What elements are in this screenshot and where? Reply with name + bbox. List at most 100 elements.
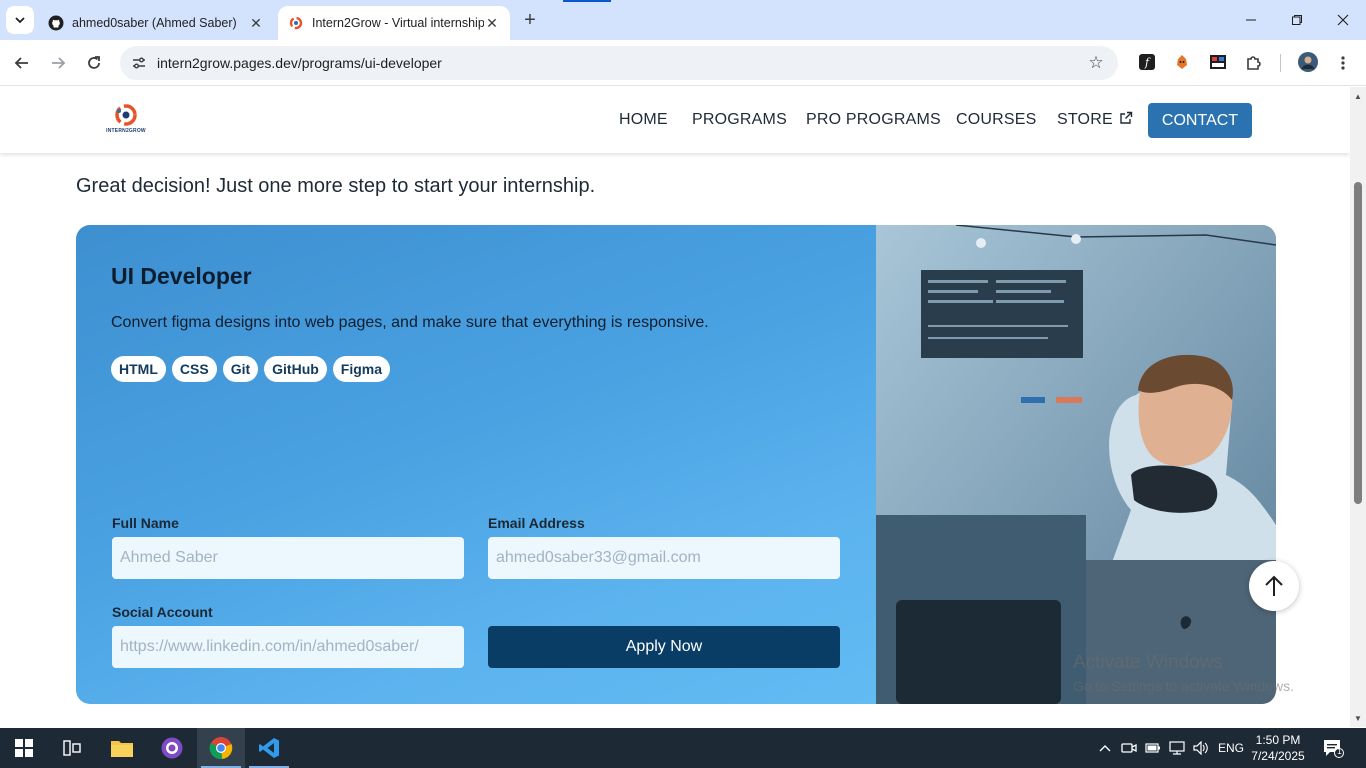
fontawesome-extension-icon[interactable]: f [1137, 52, 1157, 72]
social-account-label: Social Account [112, 604, 213, 620]
close-icon[interactable]: ✕ [484, 15, 500, 31]
page-scrollbar[interactable]: ▲ ▼ [1350, 87, 1366, 727]
intern2grow-favicon-icon [288, 15, 304, 31]
external-link-icon [1120, 111, 1133, 124]
program-title: UI Developer [111, 263, 252, 289]
nav-programs[interactable]: PROGRAMS [692, 111, 787, 129]
windows-taskbar: ENG 1:50 PM 7/24/2025 1 [0, 728, 1366, 768]
new-tab-button[interactable]: + [518, 8, 542, 32]
network-icon[interactable] [1169, 740, 1185, 756]
grid-extension-icon[interactable] [1208, 52, 1228, 72]
github-desktop-icon [161, 737, 183, 759]
arrow-left-icon [14, 57, 28, 69]
nav-courses[interactable]: COURSES [956, 111, 1037, 129]
notification-count: 1 [1337, 747, 1342, 756]
url-text: intern2grow.pages.dev/programs/ui-develo… [157, 55, 442, 71]
address-bar[interactable]: intern2grow.pages.dev/programs/ui-develo… [120, 46, 1118, 80]
battery-icon[interactable] [1145, 740, 1161, 756]
email-input[interactable] [488, 537, 840, 579]
tab-title: Intern2Grow - Virtual internship [312, 16, 484, 30]
toolbar-separator [1280, 54, 1281, 72]
reload-button[interactable] [82, 51, 106, 75]
scroll-down-arrow-icon[interactable]: ▼ [1353, 713, 1363, 723]
watermark-line1: Activate Windows [1073, 652, 1223, 673]
github-desktop-button[interactable] [148, 728, 196, 768]
skill-tag: Figma [332, 356, 391, 382]
developer-photo-illustration [876, 225, 1276, 704]
github-icon [48, 15, 64, 31]
intern2grow-logo-icon [115, 104, 137, 126]
skill-tags: HTML CSS Git GitHub Figma [111, 356, 391, 382]
nav-pro-programs[interactable]: PRO PROGRAMS [806, 111, 941, 129]
language-indicator[interactable]: ENG [1218, 741, 1244, 755]
chevron-down-icon [15, 17, 25, 24]
clock-time: 1:50 PM [1255, 733, 1301, 747]
tab-title: ahmed0saber (Ahmed Saber) [72, 16, 237, 30]
notification-center-button[interactable]: 1 [1322, 738, 1344, 758]
scroll-up-arrow-icon[interactable]: ▲ [1353, 91, 1363, 101]
puzzle-extensions-icon[interactable] [1244, 52, 1264, 72]
nav-store-label: STORE [1057, 111, 1113, 128]
arrow-up-icon [1265, 575, 1283, 596]
vscode-taskbar-button[interactable] [245, 728, 293, 768]
nav-home[interactable]: HOME [619, 111, 668, 129]
skill-tag: CSS [171, 356, 217, 382]
minimize-icon [1246, 19, 1256, 21]
scrollbar-thumb[interactable] [1354, 182, 1362, 504]
arrow-right-icon [52, 57, 66, 69]
chrome-icon [209, 737, 233, 760]
windows-logo-icon [15, 739, 33, 757]
program-card: UI Developer Convert figma designs into … [76, 225, 1276, 704]
task-view-button[interactable] [48, 728, 96, 768]
program-photo [876, 225, 1276, 704]
scroll-to-top-button[interactable] [1249, 561, 1299, 611]
browser-tab-strip: ahmed0saber (Ahmed Saber) ✕ Intern2Grow … [0, 0, 1366, 40]
minimize-button[interactable] [1239, 8, 1263, 32]
site-logo[interactable]: INTERN2GROW [106, 102, 146, 138]
logo-text: INTERN2GROW [106, 128, 146, 134]
tab-search-button[interactable] [6, 6, 34, 34]
intro-text: Great decision! Just one more step to st… [76, 175, 596, 197]
taskbar-clock[interactable]: 1:50 PM 7/24/2025 [1248, 732, 1308, 764]
bookmark-star-icon[interactable]: ☆ [1086, 53, 1106, 73]
vscode-icon [259, 738, 279, 758]
browser-toolbar: intern2grow.pages.dev/programs/ui-develo… [0, 40, 1366, 86]
start-button[interactable] [0, 728, 48, 768]
profile-avatar[interactable] [1298, 52, 1318, 72]
restore-button[interactable] [1285, 8, 1309, 32]
clock-date: 7/24/2025 [1251, 749, 1305, 763]
full-name-label: Full Name [112, 515, 179, 531]
file-explorer-button[interactable] [98, 728, 146, 768]
back-button[interactable] [10, 51, 34, 75]
skill-tag: GitHub [264, 356, 327, 382]
activate-windows-watermark: Activate Windows Go to Settings to activ… [1073, 652, 1294, 694]
close-icon [1337, 14, 1349, 26]
browser-tab-github[interactable]: ahmed0saber (Ahmed Saber) ✕ [38, 6, 274, 40]
apply-now-button[interactable]: Apply Now [488, 626, 840, 668]
chrome-taskbar-button[interactable] [197, 728, 245, 768]
restore-icon [1292, 15, 1302, 25]
social-account-input[interactable] [112, 626, 464, 668]
close-window-button[interactable] [1331, 8, 1355, 32]
tab-indicator [563, 0, 611, 2]
browser-menu-button[interactable] [1331, 51, 1355, 75]
skill-tag: HTML [111, 356, 166, 382]
program-card-form-panel: UI Developer Convert figma designs into … [76, 225, 876, 704]
chevron-up-icon[interactable] [1097, 740, 1113, 756]
close-icon[interactable]: ✕ [248, 15, 264, 31]
more-vertical-icon [1341, 56, 1345, 70]
nav-store[interactable]: STORE [1057, 111, 1133, 129]
meet-now-icon[interactable] [1121, 740, 1137, 756]
folder-icon [111, 741, 133, 757]
browser-tab-intern2grow[interactable]: Intern2Grow - Virtual internship ✕ [278, 6, 510, 40]
contact-button[interactable]: CONTACT [1148, 103, 1252, 138]
fox-extension-icon[interactable] [1172, 52, 1192, 72]
page-viewport: INTERN2GROW HOME PROGRAMS PRO PROGRAMS C… [0, 87, 1350, 727]
site-settings-icon[interactable] [130, 54, 148, 72]
reload-icon [88, 56, 100, 69]
watermark-line2: Go to Settings to activate Windows. [1073, 678, 1294, 694]
program-description: Convert figma designs into web pages, an… [111, 314, 709, 331]
forward-button[interactable] [46, 51, 70, 75]
full-name-input[interactable] [112, 537, 464, 579]
volume-icon[interactable] [1193, 740, 1209, 756]
